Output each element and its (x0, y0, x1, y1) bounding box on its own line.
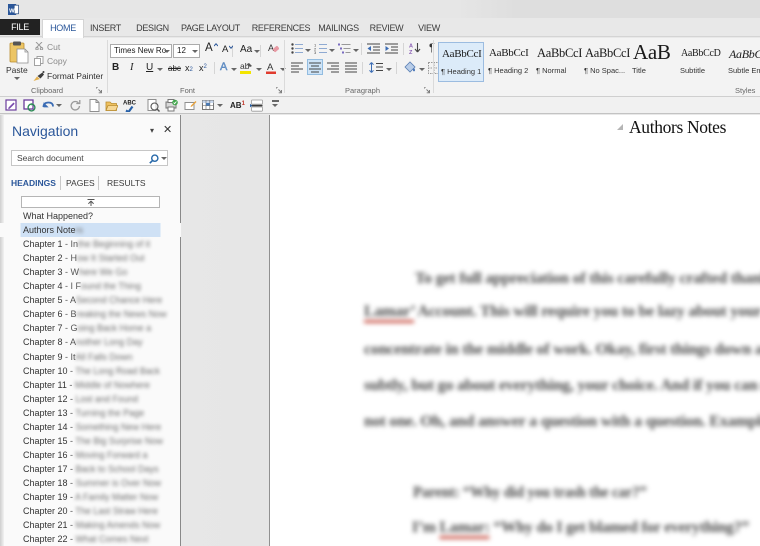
svg-text:Z: Z (409, 50, 413, 54)
svg-text:A: A (267, 62, 274, 73)
svg-text:3: 3 (314, 50, 317, 54)
svg-text:ab: ab (240, 61, 250, 71)
svg-text:ABC: ABC (123, 101, 136, 107)
svg-text:A: A (268, 43, 274, 53)
svg-text:w: w (8, 7, 15, 14)
svg-text:A: A (409, 44, 413, 50)
